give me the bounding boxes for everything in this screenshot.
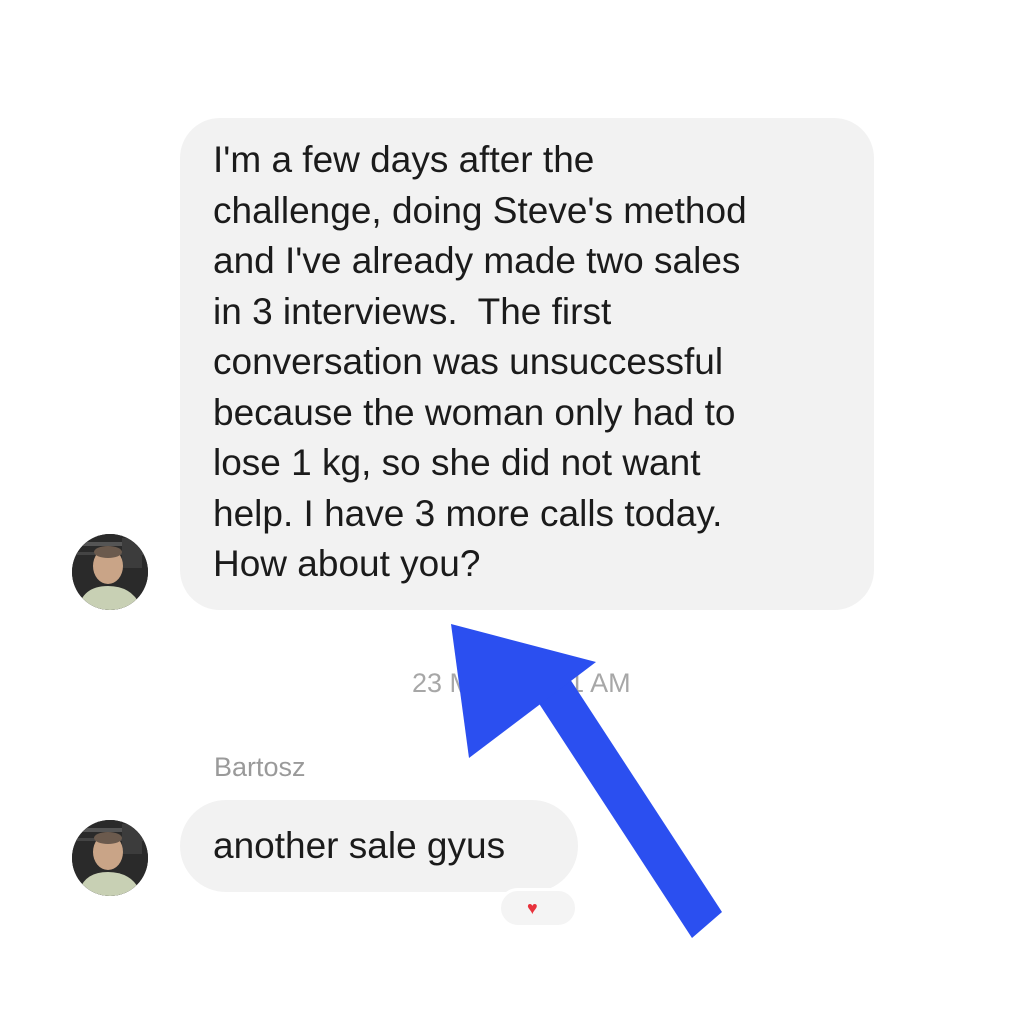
message-line: in 3 interviews. The first xyxy=(213,290,612,332)
message-line: I'm a few days after the xyxy=(213,139,595,180)
message-timestamp: 23 Mar at 5:11 AM xyxy=(412,668,631,698)
reaction-badge[interactable]: ♥ xyxy=(498,888,578,928)
message-line: How about you? xyxy=(213,543,481,584)
sender-name: Bartosz xyxy=(214,752,306,782)
message-text: another sale gyus xyxy=(213,824,506,866)
sender-avatar[interactable] xyxy=(72,534,148,610)
avatar-photo xyxy=(72,534,148,610)
message-line: conversation was unsuccessful xyxy=(213,341,724,382)
message-line: help. I have 3 more calls today. xyxy=(213,492,723,534)
heart-icon: ♥ xyxy=(527,898,538,918)
message-line: lose 1 kg, so she did not want xyxy=(213,442,701,483)
message-line: challenge, doing Steve's method xyxy=(213,189,747,231)
message-bubble[interactable]: another sale gyus xyxy=(180,800,578,892)
message-line: and I've already made two sales xyxy=(213,240,741,281)
message-bubble[interactable]: I'm a few days after the challenge, doin… xyxy=(180,118,874,610)
avatar-photo xyxy=(72,820,148,896)
message-line: because the woman only had to xyxy=(213,391,736,433)
sender-avatar[interactable] xyxy=(72,820,148,896)
chat-screen: I'm a few days after the challenge, doin… xyxy=(0,0,1024,1024)
